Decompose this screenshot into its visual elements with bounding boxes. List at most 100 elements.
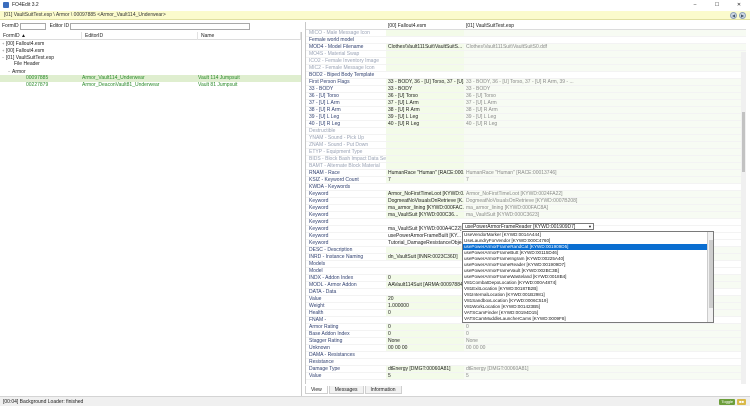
record-row-value-plugin[interactable]: dtEnergy [DMGT:00060A81] bbox=[464, 366, 746, 372]
record-row-value-plugin[interactable]: Armor_NoFirstTimeLoot [KYWD:0024FA22] bbox=[464, 191, 746, 197]
record-row-value-master[interactable]: DogmeatNoVisualsOnRetrieve [K... bbox=[386, 198, 464, 204]
record-row[interactable]: RNAM - Race HumanRace "Human" [RACE:000..… bbox=[306, 170, 746, 177]
record-row[interactable]: Base Addon Index 0 0 bbox=[306, 331, 746, 338]
record-row[interactable]: Keyword Armor_NoFirstTimeLoot [KYWD:0... A… bbox=[306, 191, 746, 198]
record-row-value-master[interactable]: 33 - BODY, 36 - [U] Torso, 37 - [U]... bbox=[386, 79, 464, 85]
record-row-value-plugin[interactable] bbox=[464, 163, 746, 169]
tab-messages[interactable]: Messages bbox=[328, 386, 364, 394]
record-row[interactable]: Keyword ma_VaultSuit [KYWD:000C36... ma_Va… bbox=[306, 212, 746, 219]
record-row-value-plugin[interactable]: 39 - [U] L Leg bbox=[464, 114, 746, 120]
record-row-value-master[interactable]: 0 bbox=[386, 275, 464, 281]
record-row-value-plugin[interactable]: HumanRace "Human" [RACE:00013746] bbox=[464, 170, 746, 176]
editorid-filter-input[interactable] bbox=[70, 22, 251, 30]
record-tree[interactable]: FormID ▲ EditorID Name + [00] Fallout4.es… bbox=[0, 31, 302, 396]
record-row-value-master[interactable]: 36 - [U] Torso bbox=[386, 93, 464, 99]
chevron-down-icon[interactable]: ▼ bbox=[587, 224, 593, 230]
record-row[interactable]: DAMA - Resistances bbox=[306, 352, 746, 359]
record-row-value-master[interactable] bbox=[386, 72, 464, 78]
tab-view[interactable]: View bbox=[305, 386, 328, 394]
record-row-value-master[interactable]: 39 - [U] L Leg bbox=[386, 114, 464, 120]
record-row[interactable]: 37 - [U] L Arm 37 - [U] L Arm 37 - [U] L A… bbox=[306, 100, 746, 107]
record-row[interactable]: Resistance bbox=[306, 359, 746, 366]
record-row-value-master[interactable] bbox=[386, 37, 464, 43]
record-row-value-master[interactable] bbox=[386, 352, 464, 358]
tree-column-formid[interactable]: FormID ▲ bbox=[0, 31, 82, 40]
record-row-value-plugin[interactable]: 36 - [U] Torso bbox=[464, 93, 746, 99]
record-row-value-master[interactable]: ma_VaultSuit [KYWD:000A4C22] bbox=[386, 226, 464, 232]
record-row[interactable]: BOD2 - Biped Body Template bbox=[306, 72, 746, 79]
record-row-value-master[interactable]: 00 00 00 bbox=[386, 345, 464, 351]
tree-row[interactable]: File Header bbox=[0, 61, 301, 68]
record-row-value-master[interactable] bbox=[386, 128, 464, 134]
record-row-value-plugin[interactable]: ma_VaultSuit [KYWD:000C3623] bbox=[464, 212, 746, 218]
record-row-value-master[interactable]: 7 bbox=[386, 177, 464, 183]
record-row[interactable]: First Person Flags 33 - BODY, 36 - [U] To… bbox=[306, 79, 746, 86]
record-row-value-plugin[interactable]: 37 - [U] L Arm bbox=[464, 100, 746, 106]
keyword-combo-input[interactable]: usePowerArmorFrameReader [KYWD:001909D7]… bbox=[462, 223, 594, 230]
record-row[interactable]: Armor Rating 0 0 bbox=[306, 324, 746, 331]
record-row[interactable]: BIDS - Block Bash Impact Data Set bbox=[306, 156, 746, 163]
maximize-button[interactable]: ☐ bbox=[706, 0, 728, 10]
record-row-value-plugin[interactable]: 00 00 00 bbox=[464, 345, 746, 351]
record-row-value-master[interactable]: Armor_NoFirstTimeLoot [KYWD:0... bbox=[386, 191, 464, 197]
record-row-value-master[interactable] bbox=[386, 163, 464, 169]
tree-column-editorid[interactable]: EditorID bbox=[82, 31, 198, 40]
record-row[interactable]: KSIZ - Keyword Count 7 7 bbox=[306, 177, 746, 184]
record-scrollbar[interactable] bbox=[741, 52, 746, 384]
record-row-value-master[interactable]: HumanRace "Human" [RACE:000... bbox=[386, 170, 464, 176]
record-row-value-plugin[interactable]: 5 bbox=[464, 373, 746, 379]
record-row[interactable]: MICO - Male Message Icon bbox=[306, 30, 746, 37]
record-row-value-plugin[interactable] bbox=[464, 359, 746, 365]
record-row-value-master[interactable]: 20 bbox=[386, 296, 464, 302]
record-row-value-master[interactable]: Tutorial_DamageResistanceObjec... bbox=[386, 240, 464, 246]
record-row-value-plugin[interactable]: 0 bbox=[464, 331, 746, 337]
record-row-value-plugin[interactable]: None bbox=[464, 338, 746, 344]
record-row-value-plugin[interactable] bbox=[464, 37, 746, 43]
record-row-value-plugin[interactable] bbox=[464, 72, 746, 78]
formid-filter-input[interactable] bbox=[19, 22, 46, 30]
record-row[interactable]: Destructible bbox=[306, 128, 746, 135]
record-row-value-plugin[interactable] bbox=[464, 65, 746, 71]
record-row-value-master[interactable] bbox=[386, 51, 464, 57]
tree-row[interactable]: − Armor bbox=[0, 68, 301, 75]
record-row-value-master[interactable] bbox=[386, 135, 464, 141]
record-row-value-plugin[interactable] bbox=[464, 184, 746, 190]
tab-information[interactable]: Information bbox=[364, 386, 402, 394]
toggle-button[interactable]: Toggle bbox=[719, 399, 736, 405]
tree-row[interactable]: 00227879 Armor_DeaconVault81_Underwear Vau… bbox=[0, 82, 301, 89]
record-row-value-master[interactable] bbox=[386, 58, 464, 64]
dropdown-scrollbar[interactable] bbox=[707, 232, 713, 322]
record-row-value-master[interactable] bbox=[386, 289, 464, 295]
record-row-value-master[interactable]: 37 - [U] L Arm bbox=[386, 100, 464, 106]
record-row[interactable]: MIC2 - Female Message Icon bbox=[306, 65, 746, 72]
record-row-value-master[interactable]: ma_VaultSuit [KYWD:000C36... bbox=[386, 212, 464, 218]
record-row-value-master[interactable] bbox=[386, 247, 464, 253]
tree-row[interactable]: 00097885 Armor_Vault114_Underwear Vault 11… bbox=[0, 75, 301, 82]
record-row-value-master[interactable] bbox=[386, 30, 464, 36]
record-row[interactable]: MOD4 - Model Filename Clothes\Vault111Sui… bbox=[306, 44, 746, 51]
record-row-value-master[interactable]: 40 - [U] R Leg bbox=[386, 121, 464, 127]
tree-row[interactable]: − [01] VaultSuitTest.esp bbox=[0, 54, 301, 61]
record-row[interactable]: 39 - [U] L Leg 39 - [U] L Leg 39 - [U] L L… bbox=[306, 114, 746, 121]
record-row-value-master[interactable] bbox=[386, 184, 464, 190]
record-row-value-plugin[interactable] bbox=[464, 352, 746, 358]
record-row-value-plugin[interactable] bbox=[464, 135, 746, 141]
record-row-value-master[interactable] bbox=[386, 149, 464, 155]
record-row-value-master[interactable] bbox=[386, 268, 464, 274]
record-row-value-master[interactable] bbox=[386, 65, 464, 71]
record-row-value-master[interactable] bbox=[386, 261, 464, 267]
record-row-value-master[interactable]: ma_armor_lining [KYWD:000FAC... bbox=[386, 205, 464, 211]
record-row-value-master[interactable] bbox=[386, 317, 464, 323]
record-row-value-plugin[interactable] bbox=[464, 30, 746, 36]
record-row[interactable]: Keyword ma_armor_lining [KYWD:000FAC... ma… bbox=[306, 205, 746, 212]
record-row-value-plugin[interactable]: 38 - [U] R Arm bbox=[464, 107, 746, 113]
record-row-value-master[interactable]: 0 bbox=[386, 324, 464, 330]
record-row-value-plugin[interactable]: 40 - [U] R Leg bbox=[464, 121, 746, 127]
dropdown-scrollbar-thumb[interactable] bbox=[709, 240, 713, 308]
nav-back-icon[interactable]: ◀ bbox=[730, 12, 737, 19]
record-row-value-master[interactable]: dtEnergy [DMGT:00060A81] bbox=[386, 366, 464, 372]
record-row-value-master[interactable]: 0 bbox=[386, 310, 464, 316]
record-row[interactable]: Unknown 00 00 00 00 00 00 bbox=[306, 345, 746, 352]
record-row-value-plugin[interactable]: Clothes\Vault111Suit\VaultSuitS0.ddf bbox=[464, 44, 746, 50]
record-row-value-master[interactable]: 1.000000 bbox=[386, 303, 464, 309]
